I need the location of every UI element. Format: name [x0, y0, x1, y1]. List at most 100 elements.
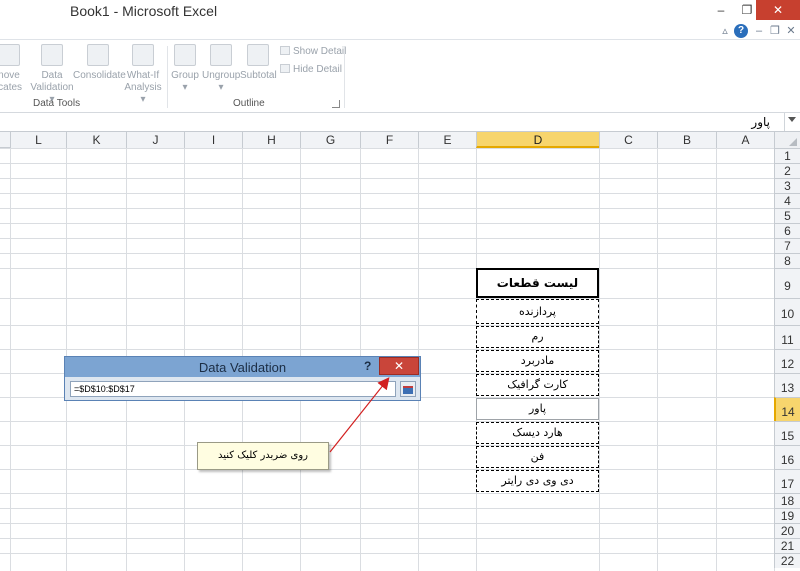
- remove-duplicates-icon: [0, 44, 20, 66]
- formula-bar-expand-button[interactable]: [784, 113, 800, 131]
- row-header-4[interactable]: 4: [774, 193, 800, 208]
- ribbon: ▵ ? – ❐ ✕ nove icates Data Validation ▾ …: [0, 22, 800, 113]
- row-header-20[interactable]: 20: [774, 523, 800, 538]
- column-header-b[interactable]: B: [657, 132, 716, 148]
- window-close-button[interactable]: ✕: [756, 0, 800, 20]
- grid-line: [0, 148, 774, 149]
- annotation-callout: روی ضربدر کلیک کنید: [197, 442, 329, 470]
- column-header-h[interactable]: H: [242, 132, 300, 148]
- row-header-6[interactable]: 6: [774, 223, 800, 238]
- list-item-cell[interactable]: پردازنده: [476, 299, 599, 324]
- grid-line: [0, 538, 774, 539]
- row-header-9[interactable]: 9: [774, 268, 800, 298]
- column-header-k[interactable]: K: [66, 132, 126, 148]
- row-header-11[interactable]: 11: [774, 325, 800, 349]
- row-header-5[interactable]: 5: [774, 208, 800, 223]
- group-label-2: ▾: [182, 82, 188, 93]
- window-title: Book1 - Microsoft Excel: [70, 3, 218, 19]
- what-if-analysis-button[interactable]: What-If Analysis ▾: [122, 44, 164, 106]
- ungroup-button[interactable]: Ungroup ▾: [202, 44, 240, 94]
- formula-bar: پاور: [0, 113, 800, 132]
- consolidate-label: Consolidate: [73, 70, 126, 81]
- what-if-label-2: Analysis ▾: [124, 82, 162, 105]
- consolidate-button[interactable]: Consolidate: [73, 44, 126, 82]
- remove-duplicates-label-2: icates: [0, 82, 23, 93]
- grid-line: [0, 523, 774, 524]
- row-header-22[interactable]: 22: [774, 553, 800, 568]
- grid-line: [0, 493, 774, 494]
- list-item-cell[interactable]: مادربرد: [476, 350, 599, 372]
- excel-window: Book1 - Microsoft Excel – ❐ ✕ ▵ ? – ❐ ✕ …: [0, 0, 800, 571]
- list-item-cell[interactable]: رم: [476, 326, 599, 348]
- list-item-cell[interactable]: فن: [476, 446, 599, 468]
- subtotal-button[interactable]: Subtotal: [240, 44, 277, 82]
- grid-line: [0, 298, 774, 299]
- column-header-i[interactable]: I: [184, 132, 242, 148]
- grid-line: [0, 253, 774, 254]
- outline-launcher-icon[interactable]: [332, 100, 340, 108]
- row-header-13[interactable]: 13: [774, 373, 800, 397]
- what-if-analysis-icon: [132, 44, 154, 66]
- column-header-l[interactable]: L: [10, 132, 66, 148]
- list-item-cell[interactable]: کارت گرافیک: [476, 374, 599, 396]
- row-header-21[interactable]: 21: [774, 538, 800, 553]
- column-header-g[interactable]: G: [300, 132, 360, 148]
- grid-line: [0, 178, 774, 179]
- row-header-18[interactable]: 18: [774, 493, 800, 508]
- row-header-10[interactable]: 10: [774, 298, 800, 325]
- row-header-19[interactable]: 19: [774, 508, 800, 523]
- consolidate-icon: [87, 44, 109, 66]
- expand-dialog-icon[interactable]: [400, 381, 416, 397]
- column-header-e[interactable]: E: [418, 132, 476, 148]
- column-header-j[interactable]: J: [126, 132, 184, 148]
- group-label-outline: Outline: [233, 98, 265, 109]
- show-detail-button[interactable]: Show Detail: [280, 46, 346, 57]
- group-button[interactable]: Group ▾: [170, 44, 200, 94]
- workbook-restore-icon[interactable]: ❐: [768, 24, 782, 38]
- row-header-8[interactable]: 8: [774, 253, 800, 268]
- column-header-f[interactable]: F: [360, 132, 418, 148]
- group-label-data-tools: Data Tools: [33, 98, 81, 109]
- dialog-title-bar[interactable]: Data Validation ? ✕: [65, 357, 420, 377]
- ribbon-minimize-icon[interactable]: ▵: [718, 24, 732, 38]
- row-header-14[interactable]: 14: [774, 397, 800, 421]
- source-range-input[interactable]: =$D$10:$D$17: [70, 381, 396, 397]
- column-header-a[interactable]: A: [716, 132, 774, 148]
- workbook-minimize-icon[interactable]: –: [752, 24, 766, 38]
- subtotal-label: Subtotal: [240, 70, 277, 81]
- list-item-cell[interactable]: دی وی دی رایتر: [476, 470, 599, 492]
- row-header-2[interactable]: 2: [774, 163, 800, 178]
- data-validation-button[interactable]: Data Validation ▾: [30, 44, 74, 106]
- ungroup-label-2: ▾: [218, 82, 224, 93]
- grid-line: [0, 508, 774, 509]
- dialog-help-icon[interactable]: ?: [364, 359, 374, 373]
- row-header-7[interactable]: 7: [774, 238, 800, 253]
- hide-detail-button[interactable]: Hide Detail: [280, 64, 342, 75]
- ungroup-icon: [210, 44, 232, 66]
- list-item-cell[interactable]: هارد دیسک: [476, 422, 599, 444]
- group-separator: [344, 46, 345, 108]
- help-icon[interactable]: ?: [734, 24, 748, 38]
- remove-duplicates-button[interactable]: nove icates: [0, 44, 24, 94]
- row-header-15[interactable]: 15: [774, 421, 800, 445]
- row-header-16[interactable]: 16: [774, 445, 800, 469]
- column-header-d[interactable]: D: [476, 132, 599, 148]
- worksheet-grid[interactable]: L K J I H G F E D C B A 1 2 3 4 5 6 7 8 9 10 11 12 13 14 15 16 17 18 1…: [0, 132, 800, 571]
- dialog-close-button[interactable]: ✕: [379, 357, 419, 375]
- row-header-17[interactable]: 17: [774, 469, 800, 493]
- list-item-cell[interactable]: پاور: [476, 398, 599, 420]
- formula-input[interactable]: پاور: [751, 115, 770, 129]
- row-header-3[interactable]: 3: [774, 178, 800, 193]
- column-header-c[interactable]: C: [599, 132, 657, 148]
- list-header-cell[interactable]: لیست قطعات: [476, 268, 599, 298]
- what-if-label: What-If: [126, 70, 160, 81]
- row-header-1[interactable]: 1: [774, 148, 800, 163]
- minimize-button[interactable]: –: [708, 0, 734, 20]
- workbook-close-icon[interactable]: ✕: [784, 24, 798, 38]
- data-validation-icon: [41, 44, 63, 66]
- show-detail-label: Show Detail: [293, 46, 347, 57]
- row-header-12[interactable]: 12: [774, 349, 800, 373]
- data-validation-dialog: Data Validation ? ✕ =$D$10:$D$17: [64, 356, 421, 401]
- data-validation-label: Data: [41, 70, 63, 81]
- select-all-button[interactable]: [774, 132, 800, 148]
